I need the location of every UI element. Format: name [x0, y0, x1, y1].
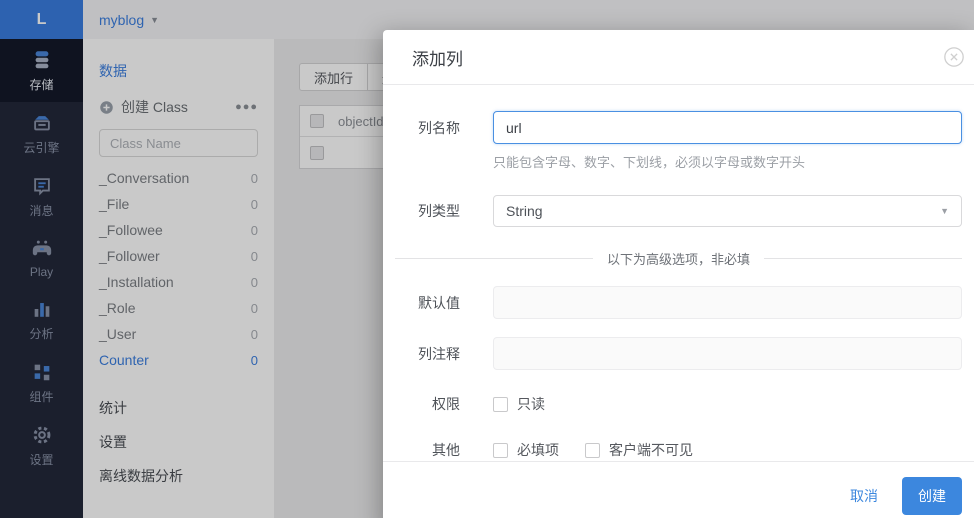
modal-footer: 取消 创建 [383, 461, 974, 518]
column-name-hint: 只能包含字母、数字、下划线，必须以字母或数字开头 [493, 155, 806, 170]
column-comment-row: 列注释 [383, 337, 974, 370]
create-button[interactable]: 创建 [902, 477, 962, 515]
column-type-row: 列类型 String ▼ [383, 195, 974, 227]
close-icon[interactable] [943, 46, 965, 68]
cancel-button[interactable]: 取消 [850, 486, 878, 506]
modal-header: 添加列 [383, 30, 974, 85]
modal-body: 列名称 只能包含字母、数字、下划线，必须以字母或数字开头 列类型 String … [383, 85, 974, 460]
column-comment-input[interactable] [493, 337, 962, 370]
modal-title: 添加列 [412, 49, 463, 69]
required-option[interactable]: 必填项 [493, 440, 559, 460]
other-row: 其他 必填项 客户端不可见 [383, 440, 974, 460]
default-value-row: 默认值 [383, 286, 974, 319]
advanced-options-text: 以下为高级选项，非必填 [607, 252, 751, 267]
column-comment-label: 列注释 [418, 345, 460, 362]
column-name-input[interactable] [493, 111, 962, 144]
readonly-option[interactable]: 只读 [493, 394, 545, 414]
permission-label: 权限 [432, 396, 460, 412]
default-value-input[interactable] [493, 286, 962, 319]
client-invisible-checkbox[interactable] [585, 442, 600, 458]
other-label: 其他 [432, 442, 460, 458]
column-type-select[interactable]: String ▼ [493, 195, 962, 227]
client-invisible-label: 客户端不可见 [609, 442, 693, 458]
add-column-modal: 添加列 列名称 只能包含字母、数字、下划线，必须以字母或数字开头 列类型 Str… [383, 30, 974, 518]
advanced-options-divider: 以下为高级选项，非必填 [395, 249, 962, 268]
required-label: 必填项 [517, 442, 559, 458]
readonly-checkbox[interactable] [493, 396, 508, 412]
column-name-label: 列名称 [418, 119, 460, 136]
column-type-value: String [506, 203, 543, 219]
permission-row: 权限 只读 [383, 394, 974, 414]
default-value-label: 默认值 [418, 294, 460, 311]
required-checkbox[interactable] [493, 442, 508, 458]
readonly-label: 只读 [517, 396, 545, 412]
client-invisible-option[interactable]: 客户端不可见 [585, 440, 693, 460]
column-type-label: 列类型 [418, 203, 460, 219]
column-name-row: 列名称 [383, 111, 974, 144]
chevron-down-icon: ▼ [940, 206, 949, 216]
